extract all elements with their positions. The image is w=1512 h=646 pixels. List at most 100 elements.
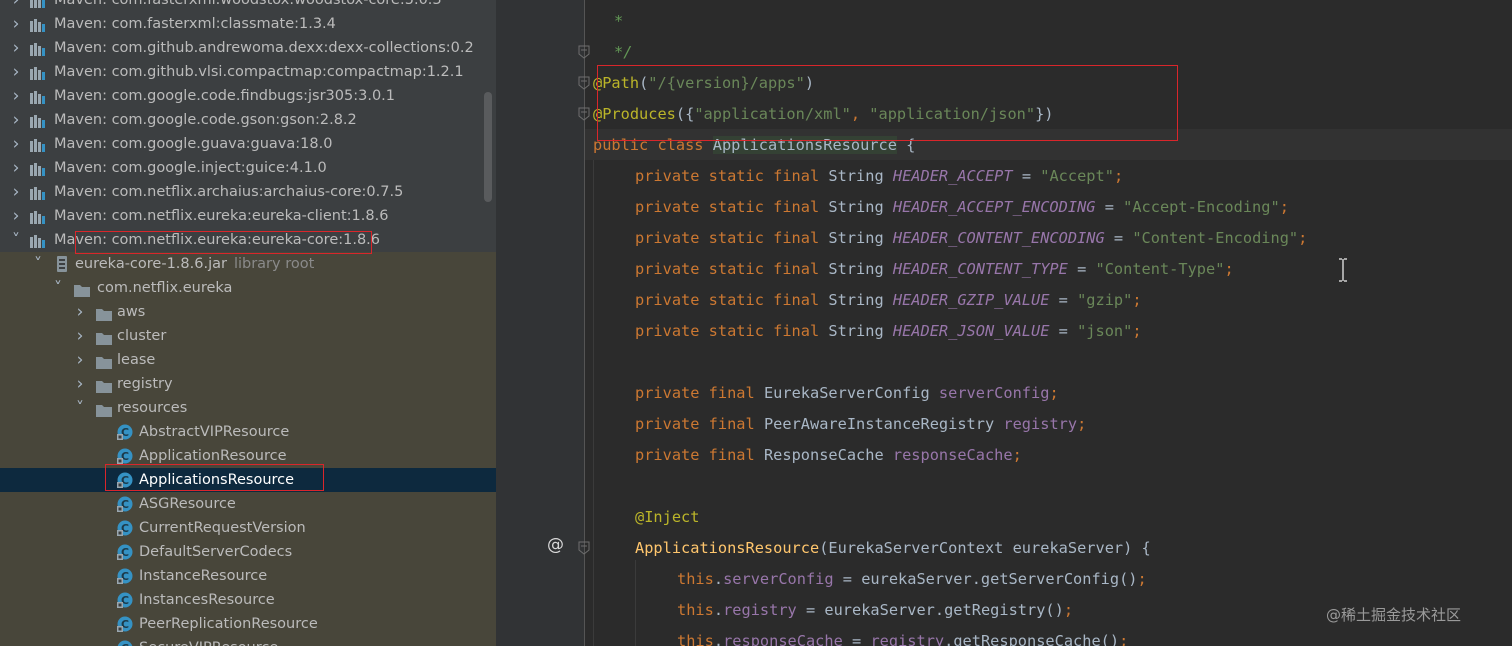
tree-item[interactable]: C InstanceResource xyxy=(0,564,496,588)
code-token: ApplicationsResource xyxy=(712,136,897,154)
tree-scrollbar[interactable] xyxy=(484,92,492,202)
tree-item[interactable]: › Maven: com.netflix.eureka:eureka-client… xyxy=(0,204,496,228)
tree-item[interactable]: C PeerReplicationResource xyxy=(0,612,496,636)
code-token: = xyxy=(1104,229,1133,247)
tree-item[interactable]: › Maven: com.google.inject:guice:4.1.0 xyxy=(0,156,496,180)
chevron-right-icon[interactable]: › xyxy=(74,300,86,324)
code-line[interactable]: private static final String HEADER_GZIP_… xyxy=(635,290,1142,310)
code-line[interactable]: private final ResponseCache responseCach… xyxy=(635,445,1022,465)
tree-item[interactable]: ˅ eureka-core-1.8.6.jar library root xyxy=(0,252,496,276)
tree-item[interactable]: ˅ Maven: com.netflix.eureka:eureka-core:1… xyxy=(0,228,496,252)
chevron-down-icon[interactable]: ˅ xyxy=(52,276,64,300)
library-icon xyxy=(30,137,46,152)
tree-item[interactable]: C SecureVIPResource xyxy=(0,636,496,646)
code-editor[interactable]: * */ @Path("/{version}/apps") @Produces({"a… xyxy=(496,0,1512,646)
code-line[interactable]: private static final String HEADER_ACCEP… xyxy=(635,166,1123,186)
code-line[interactable]: ApplicationsResource(EurekaServerContext… xyxy=(635,538,1151,558)
tree-item[interactable]: › Maven: com.fasterxml:classmate:1.3.4 xyxy=(0,12,496,36)
chevron-right-icon[interactable]: › xyxy=(10,12,22,36)
code-line[interactable]: this.responseCache = registry.getRespons… xyxy=(677,631,1128,646)
tree-item[interactable]: › Maven: com.github.vlsi.compactmap:compa… xyxy=(0,60,496,84)
code-line[interactable]: private static final String HEADER_CONTE… xyxy=(635,259,1234,279)
tree-item[interactable]: ˅ com.netflix.eureka xyxy=(0,276,496,300)
tree-item[interactable]: › registry xyxy=(0,372,496,396)
code-token: private final xyxy=(635,415,764,433)
tree-item-label: ASGResource xyxy=(139,496,236,512)
fold-icon[interactable] xyxy=(578,107,590,121)
code-line[interactable]: @Produces({"application/xml", "applicati… xyxy=(593,104,1054,124)
chevron-right-icon[interactable]: › xyxy=(10,0,22,12)
code-line[interactable]: this.registry = eurekaServer.getRegistry… xyxy=(677,600,1073,620)
tree-item[interactable]: › lease xyxy=(0,348,496,372)
chevron-down-icon[interactable]: ˅ xyxy=(10,228,22,252)
tree-item[interactable]: C ApplicationResource xyxy=(0,444,496,468)
tree-item[interactable]: › Maven: com.google.code.gson:gson:2.8.2 xyxy=(0,108,496,132)
library-icon xyxy=(30,209,46,224)
code-token: "Content-Type" xyxy=(1095,260,1225,278)
code-line[interactable]: @Path("/{version}/apps") xyxy=(593,73,814,93)
tree-item-label: InstancesResource xyxy=(139,592,275,608)
chevron-down-icon[interactable]: ˅ xyxy=(32,252,44,276)
code-token: "gzip" xyxy=(1077,291,1133,309)
code-token: @Inject xyxy=(635,508,700,526)
tree-item[interactable]: C ApplicationsResource xyxy=(0,468,496,492)
tree-item[interactable]: › cluster xyxy=(0,324,496,348)
tree-item[interactable]: C AbstractVIPResource xyxy=(0,420,496,444)
class-icon: C xyxy=(117,544,133,560)
fold-icon[interactable] xyxy=(578,45,590,59)
tree-item[interactable]: › aws xyxy=(0,300,496,324)
fold-icon[interactable] xyxy=(578,76,590,90)
chevron-right-icon[interactable]: › xyxy=(74,348,86,372)
tree-item-label: Maven: com.fasterxml:classmate:1.3.4 xyxy=(54,16,336,32)
code-line[interactable]: @Inject xyxy=(635,507,699,527)
override-marker-icon[interactable]: @ xyxy=(547,535,564,555)
chevron-right-icon[interactable]: › xyxy=(10,156,22,180)
chevron-right-icon[interactable]: › xyxy=(10,132,22,156)
tree-item-label: eureka-core-1.8.6.jar library root xyxy=(75,256,315,272)
code-line[interactable]: private final EurekaServerConfig serverC… xyxy=(635,383,1059,403)
chevron-down-icon[interactable]: ˅ xyxy=(74,396,86,420)
code-token: "Accept" xyxy=(1040,167,1114,185)
tree-item[interactable]: ˅ resources xyxy=(0,396,496,420)
chevron-right-icon[interactable]: › xyxy=(10,36,22,60)
code-line[interactable]: private static final String HEADER_ACCEP… xyxy=(635,197,1289,217)
code-line[interactable]: private final PeerAwareInstanceRegistry … xyxy=(635,414,1086,434)
chevron-right-icon[interactable]: › xyxy=(10,180,22,204)
library-icon xyxy=(30,161,46,176)
chevron-right-icon[interactable]: › xyxy=(74,372,86,396)
tree-item[interactable]: C ASGResource xyxy=(0,492,496,516)
tree-item[interactable]: › Maven: com.fasterxml.woodstox:woodstox-… xyxy=(0,0,496,12)
code-line[interactable]: */ xyxy=(614,42,632,62)
tree-item[interactable]: › Maven: com.google.code.findbugs:jsr305:… xyxy=(0,84,496,108)
chevron-right-icon[interactable]: › xyxy=(10,204,22,228)
code-token: private static final xyxy=(635,167,829,185)
code-line[interactable]: private static final String HEADER_CONTE… xyxy=(635,228,1307,248)
tree-item[interactable]: › Maven: com.netflix.archaius:archaius-co… xyxy=(0,180,496,204)
code-token: "json" xyxy=(1077,322,1133,340)
tree-item[interactable]: C InstancesResource xyxy=(0,588,496,612)
code-token: String xyxy=(828,198,893,216)
chevron-right-icon[interactable]: › xyxy=(10,84,22,108)
chevron-right-icon[interactable]: › xyxy=(10,108,22,132)
code-token: .getResponseCache() xyxy=(944,632,1120,646)
tree-item-label: Maven: com.fasterxml.woodstox:woodstox-c… xyxy=(54,0,442,8)
code-line[interactable]: * xyxy=(614,11,623,31)
fold-icon[interactable] xyxy=(578,541,590,555)
code-token: "Accept-Encoding" xyxy=(1123,198,1280,216)
library-icon xyxy=(30,233,46,248)
code-line[interactable]: this.serverConfig = eurekaServer.getServ… xyxy=(677,569,1147,589)
tree-item[interactable]: › Maven: com.google.guava:guava:18.0 xyxy=(0,132,496,156)
code-token: ; xyxy=(1132,322,1142,340)
tree-item[interactable]: C DefaultServerCodecs xyxy=(0,540,496,564)
chevron-right-icon[interactable]: › xyxy=(74,324,86,348)
tree-item-label: DefaultServerCodecs xyxy=(139,544,293,560)
code-line[interactable]: public class ApplicationsResource { xyxy=(593,135,915,155)
package-icon xyxy=(96,354,112,369)
tree-item[interactable]: C CurrentRequestVersion xyxy=(0,516,496,540)
tree-item[interactable]: › Maven: com.github.andrewoma.dexx:dexx-c… xyxy=(0,36,496,60)
code-token: ; xyxy=(1012,446,1022,464)
tree-item-label: Maven: com.github.andrewoma.dexx:dexx-co… xyxy=(54,40,474,56)
chevron-right-icon[interactable]: › xyxy=(10,60,22,84)
code-line[interactable]: private static final String HEADER_JSON_… xyxy=(635,321,1142,341)
class-icon: C xyxy=(117,520,133,536)
